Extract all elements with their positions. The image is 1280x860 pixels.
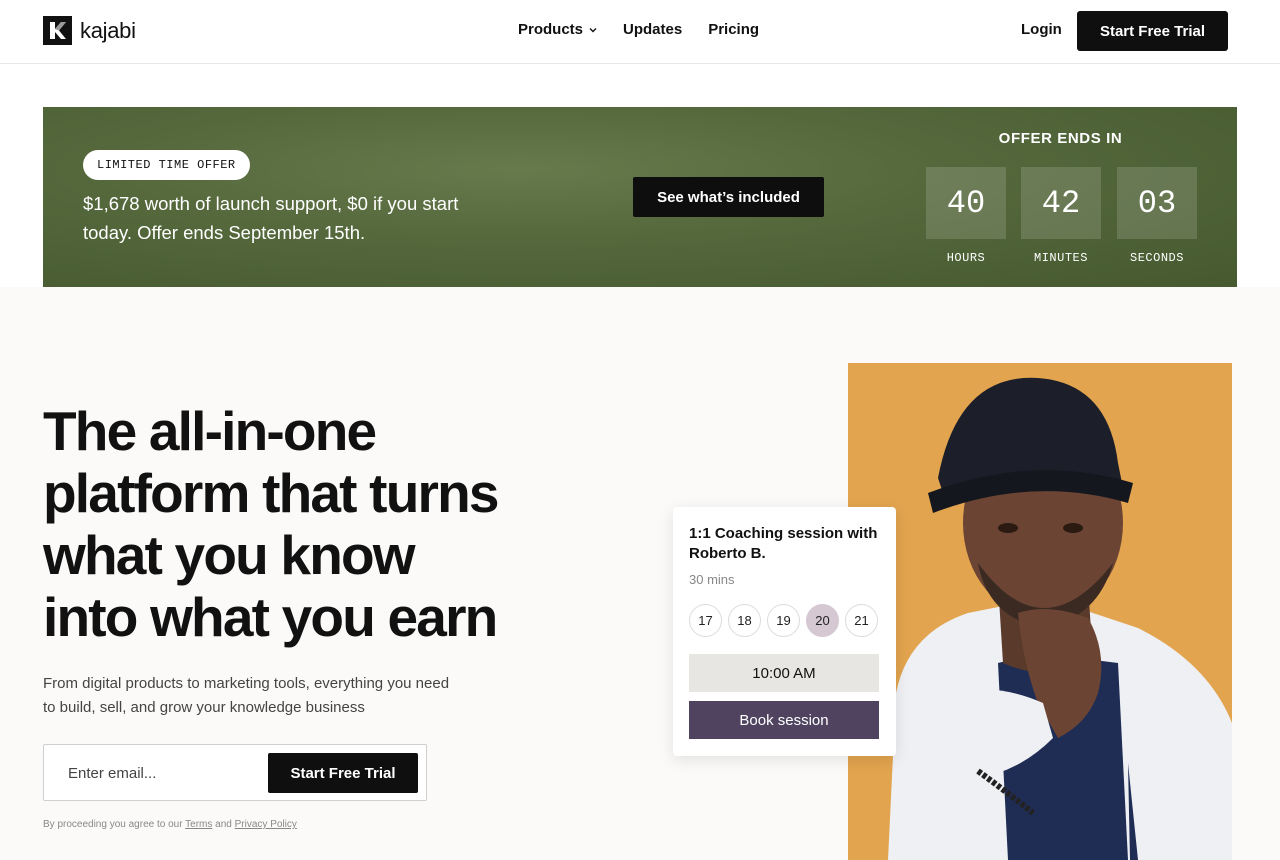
countdown-seconds-value: 03 — [1117, 167, 1197, 239]
form-start-free-trial-button[interactable]: Start Free Trial — [268, 753, 418, 793]
kajabi-logo-icon — [43, 16, 72, 45]
countdown-hours-value: 40 — [926, 167, 1006, 239]
person-photo-icon — [888, 377, 1232, 860]
countdown-seconds: 03 SECONDS — [1117, 167, 1197, 265]
hero-subtext: From digital products to marketing tools… — [43, 675, 450, 716]
date-picker: 17 18 19 20 21 — [689, 604, 878, 637]
countdown-minutes-label: MINUTES — [1034, 251, 1088, 265]
see-whats-included-button[interactable]: See what’s included — [633, 177, 824, 217]
limited-offer-badge: LIMITED TIME OFFER — [83, 150, 250, 180]
start-free-trial-button[interactable]: Start Free Trial — [1077, 11, 1228, 51]
nav-item-updates[interactable]: Updates — [623, 21, 682, 38]
kajabi-logo[interactable]: kajabi — [43, 16, 136, 45]
booking-card: 1:1 Coaching session with Roberto B. 30 … — [673, 507, 896, 756]
date-option[interactable]: 17 — [689, 604, 722, 637]
time-slot-button[interactable]: 10:00 AM — [689, 654, 879, 692]
nav-pricing-label: Pricing — [708, 21, 760, 38]
date-option-selected[interactable]: 20 — [806, 604, 839, 637]
headline-line-3: what you know — [43, 524, 416, 586]
site-header: kajabi Products Updates Pricing Login St… — [0, 0, 1280, 64]
chevron-down-icon — [589, 27, 597, 32]
countdown-minutes-value: 42 — [1021, 167, 1101, 239]
date-option[interactable]: 21 — [845, 604, 878, 637]
email-signup-form: Start Free Trial — [43, 744, 427, 801]
terms-link[interactable]: Terms — [185, 819, 212, 830]
date-option[interactable]: 19 — [767, 604, 800, 637]
legal-and: and — [215, 819, 232, 830]
legal-notice: By proceeding you agree to our Terms and… — [43, 819, 297, 830]
booking-title: 1:1 Coaching session with Roberto B. — [689, 525, 878, 562]
book-session-button[interactable]: Book session — [689, 701, 879, 739]
nav-item-pricing[interactable]: Pricing — [708, 21, 759, 38]
hero-photo — [848, 363, 1232, 860]
nav-item-products[interactable]: Products — [518, 21, 597, 38]
countdown-minutes: 42 MINUTES — [1021, 167, 1101, 265]
email-input[interactable] — [56, 753, 256, 793]
headline-line-4: into what you earn — [43, 586, 498, 648]
nav-updates-label: Updates — [623, 21, 683, 38]
headline-line-2: platform that turns — [43, 462, 499, 524]
countdown-hours: 40 HOURS — [926, 167, 1006, 265]
countdown-title: OFFER ENDS IN — [998, 130, 1123, 147]
logo-wordmark: kajabi — [80, 17, 136, 43]
privacy-policy-link[interactable]: Privacy Policy — [235, 819, 297, 830]
login-link[interactable]: Login — [1021, 21, 1062, 38]
offer-banner: LIMITED TIME OFFER $1,678 worth of launc… — [43, 107, 1237, 287]
booking-duration: 30 mins — [689, 572, 735, 587]
legal-prefix: By proceeding you agree to our — [43, 819, 183, 830]
hero-headline: The all-in-one platform that turns what … — [43, 400, 603, 648]
countdown-seconds-label: SECONDS — [1130, 251, 1184, 265]
offer-description: $1,678 worth of launch support, $0 if yo… — [83, 193, 459, 243]
countdown-hours-label: HOURS — [946, 251, 986, 265]
nav-products-label: Products — [518, 21, 584, 38]
main-nav: Products Updates Pricing — [518, 21, 759, 38]
headline-line-1: The all-in-one — [43, 400, 377, 462]
date-option[interactable]: 18 — [728, 604, 761, 637]
